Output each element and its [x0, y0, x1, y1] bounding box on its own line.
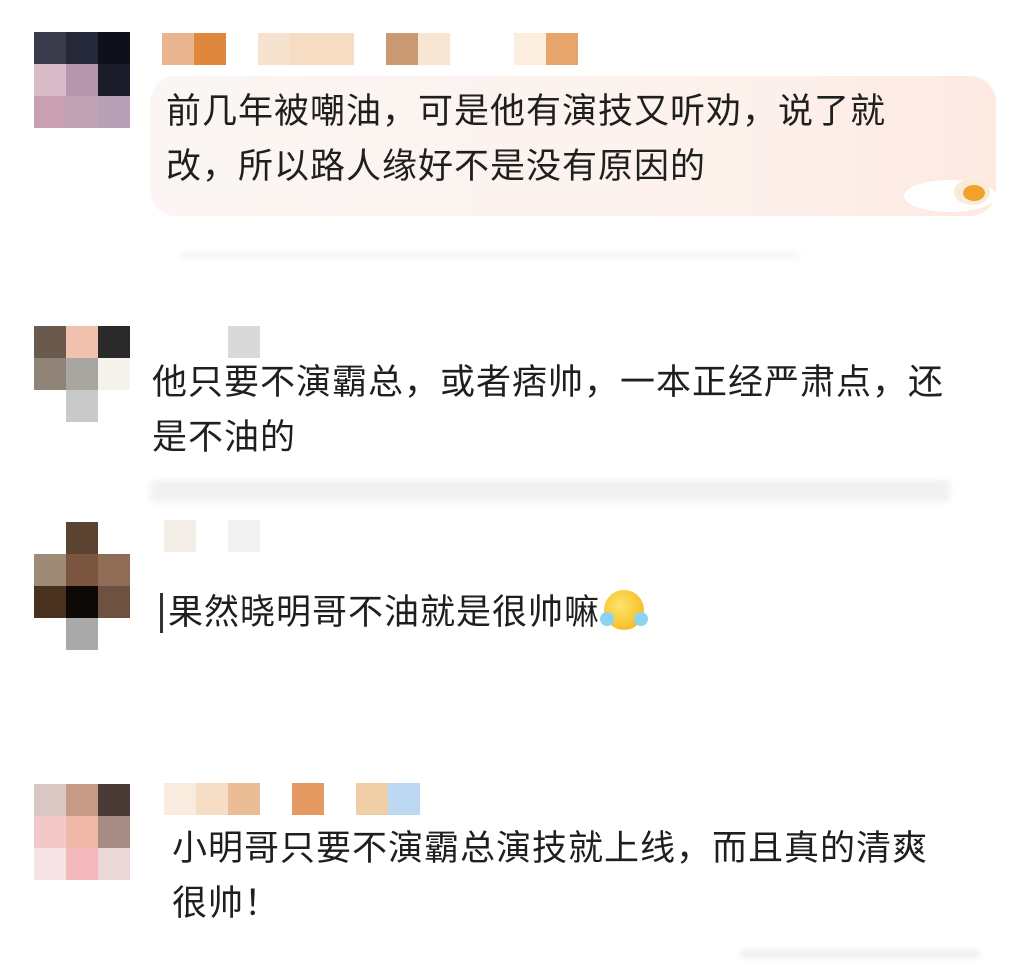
- avatar-pixel: [98, 816, 130, 848]
- blurred-actions: [740, 950, 980, 958]
- comment-line: 小明哥只要不演霸总演技就上线，而且真的清爽: [172, 829, 929, 869]
- avatar-pixel: [34, 848, 66, 880]
- comment-line: 很帅！: [172, 884, 281, 924]
- avatar-pixel: [34, 816, 66, 848]
- avatar-pixel: [66, 784, 98, 816]
- avatar[interactable]: [34, 784, 130, 880]
- avatar-pixel: [98, 848, 130, 880]
- comment-text: 小明哥只要不演霸总演技就上线，而且真的清爽 很帅！: [172, 822, 928, 932]
- comment-4: 小明哥只要不演霸总演技就上线，而且真的清爽 很帅！: [0, 0, 1024, 963]
- avatar-pixel: [66, 816, 98, 848]
- avatar-pixel: [98, 784, 130, 816]
- username-blurred[interactable]: [164, 783, 420, 815]
- avatar-pixel: [66, 848, 98, 880]
- avatar-pixel: [34, 784, 66, 816]
